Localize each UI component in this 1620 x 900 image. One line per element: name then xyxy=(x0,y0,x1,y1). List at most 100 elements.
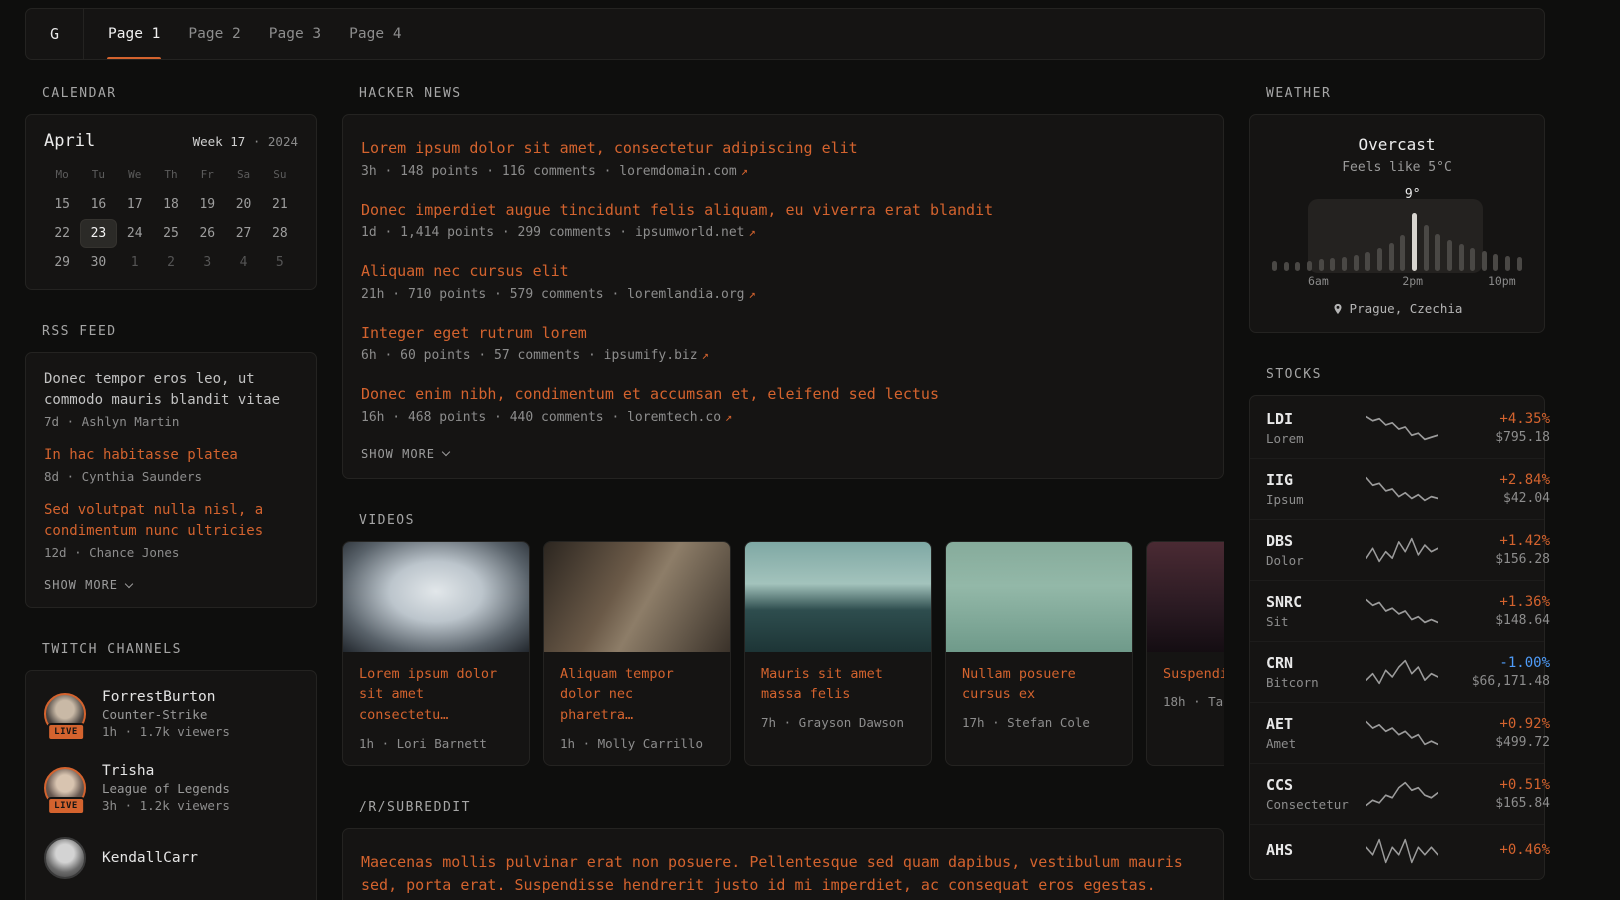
video-body: Aliquam tempor dolor nec pharetra… 1h · … xyxy=(544,652,730,766)
hn-item-domain-link[interactable]: loremtech.co xyxy=(627,410,721,425)
video-title[interactable]: Nullam posuere cursus ex xyxy=(962,664,1116,706)
video-card[interactable]: Mauris sit amet massa felis 7h · Grayson… xyxy=(744,541,932,767)
calendar-day-adjacent: 1 xyxy=(117,248,153,277)
stock-name: Consectetur xyxy=(1266,797,1366,812)
hn-item-meta: 1d · 1,414 points · 299 comments · ipsum… xyxy=(361,225,1205,240)
weather-bar xyxy=(1295,262,1300,271)
video-title[interactable]: Lorem ipsum dolor sit amet consectetu… xyxy=(359,664,513,727)
calendar-day: 18 xyxy=(153,190,189,219)
stock-change: +2.84% xyxy=(1438,472,1550,488)
weather-bar xyxy=(1424,225,1429,271)
hn-item-title[interactable]: Lorem ipsum dolor sit amet, consectetur … xyxy=(361,137,1205,160)
hn-item-title[interactable]: Integer eget rutrum lorem xyxy=(361,322,1205,345)
twitch-channel-row[interactable]: KendallCarr xyxy=(44,837,298,879)
video-title[interactable]: Mauris sit amet massa felis xyxy=(761,664,915,706)
calendar-day-header: Sa xyxy=(225,163,261,190)
stock-price: $42.04 xyxy=(1438,491,1550,506)
calendar-week-year: Week 17 · 2024 xyxy=(193,134,298,149)
videos-row: Lorem ipsum dolor sit amet consectetu… 1… xyxy=(342,541,1224,767)
tab-page-1[interactable]: Page 1 xyxy=(94,9,174,59)
calendar-day-header: Tu xyxy=(80,163,116,190)
calendar-week-label: Week 17 xyxy=(193,134,246,149)
twitch-channel-row[interactable]: LIVE ForrestBurton Counter-Strike 1h · 1… xyxy=(44,689,298,739)
rss-item-title[interactable]: Donec tempor eros leo, ut commodo mauris… xyxy=(44,369,298,411)
rss-show-more-button[interactable]: SHOW MORE xyxy=(44,578,132,592)
hn-item-domain-link[interactable]: ipsumworld.net xyxy=(635,225,745,240)
video-thumbnail[interactable] xyxy=(343,542,529,652)
weather-bar xyxy=(1493,254,1498,271)
stock-row: IIG Ipsum +2.84% $42.04 xyxy=(1250,459,1544,520)
tab-page-4[interactable]: Page 4 xyxy=(335,9,415,59)
video-card[interactable]: Aliquam tempor dolor nec pharetra… 1h · … xyxy=(543,541,731,767)
hn-item-title[interactable]: Aliquam nec cursus elit xyxy=(361,260,1205,283)
twitch-channel-row[interactable]: LIVE Trisha League of Legends 3h · 1.2k … xyxy=(44,763,298,813)
video-thumbnail[interactable] xyxy=(745,542,931,652)
calendar-day-adjacent: 2 xyxy=(153,248,189,277)
stock-ticker: CCS xyxy=(1266,776,1366,794)
video-thumbnail[interactable] xyxy=(1147,542,1224,652)
calendar-day: 19 xyxy=(189,190,225,219)
video-card[interactable]: Nullam posuere cursus ex 17h · Stefan Co… xyxy=(945,541,1133,767)
subreddit-post: Maecenas mollis pulvinar erat non posuer… xyxy=(361,851,1205,900)
video-body: Suspendisse diam 18h · Tara xyxy=(1147,652,1224,724)
calendar-day: 21 xyxy=(262,190,298,219)
video-meta: 17h · Stefan Cole xyxy=(962,715,1116,730)
weather-section: WEATHER Overcast Feels like 5°C 9° 6am 2… xyxy=(1249,86,1545,333)
stocks-section-header: STOCKS xyxy=(1266,367,1545,382)
weather-bar xyxy=(1307,261,1312,271)
rss-show-more-label: SHOW MORE xyxy=(44,578,118,592)
hn-item-title[interactable]: Donec imperdiet augue tincidunt felis al… xyxy=(361,199,1205,222)
external-link-icon: ↗ xyxy=(725,410,732,424)
rss-item-meta: 12d · Chance Jones xyxy=(44,545,298,560)
stock-price: $795.18 xyxy=(1438,430,1550,445)
stock-values: -1.00% $66,171.48 xyxy=(1438,655,1550,689)
page-container: G Page 1 Page 2 Page 3 Page 4 CALENDAR A… xyxy=(25,8,1545,900)
video-meta: 7h · Grayson Dawson xyxy=(761,715,915,730)
stock-row: CRN Bitcorn -1.00% $66,171.48 xyxy=(1250,642,1544,703)
stock-ticker: DBS xyxy=(1266,532,1366,550)
weather-bar xyxy=(1319,259,1324,271)
hackernews-section: HACKER NEWS Lorem ipsum dolor sit amet, … xyxy=(342,86,1224,479)
rss-item-title[interactable]: Sed volutpat nulla nisl, a condimentum n… xyxy=(44,500,298,542)
hn-item: Donec imperdiet augue tincidunt felis al… xyxy=(361,199,1205,241)
right-column: WEATHER Overcast Feels like 5°C 9° 6am 2… xyxy=(1249,86,1545,900)
subreddit-section: /R/SUBREDDIT Maecenas mollis pulvinar er… xyxy=(342,800,1224,900)
video-thumbnail[interactable] xyxy=(544,542,730,652)
weather-bar xyxy=(1447,240,1452,271)
weather-bar xyxy=(1505,256,1510,271)
app-logo[interactable]: G xyxy=(26,9,84,59)
hn-show-more-button[interactable]: SHOW MORE xyxy=(361,447,449,461)
stock-price: $66,171.48 xyxy=(1438,674,1550,689)
weather-bar xyxy=(1412,213,1417,271)
weather-time-label: 10pm xyxy=(1488,274,1516,288)
video-card[interactable]: Suspendisse diam 18h · Tara xyxy=(1146,541,1224,767)
stock-info: AET Amet xyxy=(1266,715,1366,751)
rss-item-title[interactable]: In hac habitasse platea xyxy=(44,445,298,466)
stock-name: Lorem xyxy=(1266,431,1366,446)
calendar-day: 22 xyxy=(44,219,80,248)
stock-values: +2.84% $42.04 xyxy=(1438,472,1550,506)
video-title[interactable]: Aliquam tempor dolor nec pharetra… xyxy=(560,664,714,727)
weather-bar xyxy=(1482,251,1487,271)
weather-bar xyxy=(1470,248,1475,271)
weather-bar xyxy=(1377,248,1382,271)
hn-item-title[interactable]: Donec enim nibh, condimentum et accumsan… xyxy=(361,383,1205,406)
topbar: G Page 1 Page 2 Page 3 Page 4 xyxy=(25,8,1545,60)
stock-price: $165.84 xyxy=(1438,796,1550,811)
hn-item-domain-link[interactable]: ipsumify.biz xyxy=(604,348,698,363)
video-title[interactable]: Suspendisse diam xyxy=(1163,664,1224,685)
stock-info: CCS Consectetur xyxy=(1266,776,1366,812)
video-thumbnail[interactable] xyxy=(946,542,1132,652)
calendar-day-header: Fr xyxy=(189,163,225,190)
twitch-channel-info: Trisha League of Legends 3h · 1.2k viewe… xyxy=(102,763,230,813)
subreddit-post-title[interactable]: Maecenas mollis pulvinar erat non posuer… xyxy=(361,851,1205,896)
hn-item-domain-link[interactable]: loremdomain.com xyxy=(619,164,736,179)
video-card[interactable]: Lorem ipsum dolor sit amet consectetu… 1… xyxy=(342,541,530,767)
hn-item-domain-link[interactable]: loremlandia.org xyxy=(627,287,744,302)
weather-time-labels: 6am 2pm 10pm xyxy=(1266,274,1528,289)
tab-page-3[interactable]: Page 3 xyxy=(255,9,335,59)
tab-page-2[interactable]: Page 2 xyxy=(174,9,254,59)
hn-item-meta: 3h · 148 points · 116 comments · loremdo… xyxy=(361,164,1205,179)
calendar-day: 29 xyxy=(44,248,80,277)
videos-section-header: VIDEOS xyxy=(359,513,1224,528)
